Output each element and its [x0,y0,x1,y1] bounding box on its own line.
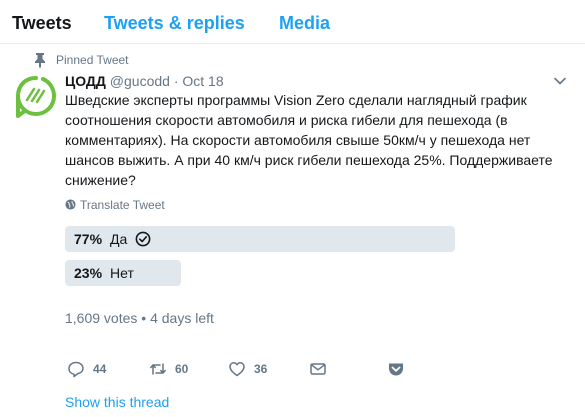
header-separator: · [173,73,179,89]
poll-meta: 1,609 votes • 4 days left [65,310,214,326]
profile-tabs: Tweets Tweets & replies Media [0,0,585,44]
codd-logo-icon [15,76,57,118]
poll-label-no: Нет [110,265,134,281]
like-count: 36 [254,362,268,376]
reply-icon [68,361,84,378]
heart-icon [229,362,245,377]
tab-tweets[interactable]: Tweets [12,12,72,34]
tweet-actions: 44 60 36 [65,360,585,380]
poll-label-yes: Да [110,231,128,247]
like-button[interactable]: 36 [228,360,267,378]
pocket-icon [389,363,403,376]
translate-tweet-link[interactable]: Translate Tweet [65,198,165,212]
pinned-tweet-label: Pinned Tweet [56,53,129,67]
tweet-text: Шведские эксперты программы Vision Zero … [65,92,553,188]
show-this-thread-link[interactable]: Show this thread [65,393,169,411]
reply-button[interactable]: 44 [67,360,106,378]
save-to-pocket-button[interactable] [387,360,413,378]
tweet-header: ЦОДД @gucodd · Oct 18 [65,72,224,90]
poll-percent-no: 23% [74,265,103,281]
chevron-down-icon[interactable] [553,74,567,88]
retweet-icon [150,363,166,375]
direct-message-button[interactable] [309,360,335,378]
tweet-date[interactable]: Oct 18 [182,73,223,89]
poll-percent-yes: 77% [74,231,103,247]
pin-icon [35,53,45,68]
retweet-count: 60 [175,362,189,376]
poll-option-yes: 77% Да [74,226,151,252]
checkmark-circle-icon [135,231,151,247]
tab-media[interactable]: Media [279,12,330,34]
translate-tweet-label: Translate Tweet [80,198,165,212]
avatar[interactable] [12,72,60,120]
author-handle[interactable]: @gucodd [110,73,170,89]
tab-tweets-and-replies[interactable]: Tweets & replies [104,12,245,34]
retweet-button[interactable]: 60 [149,360,188,378]
envelope-icon [310,363,326,375]
reply-count: 44 [93,362,107,376]
globe-icon [65,199,76,210]
poll-option-no: 23% Нет [74,260,134,286]
author-name[interactable]: ЦОДД [65,73,106,89]
